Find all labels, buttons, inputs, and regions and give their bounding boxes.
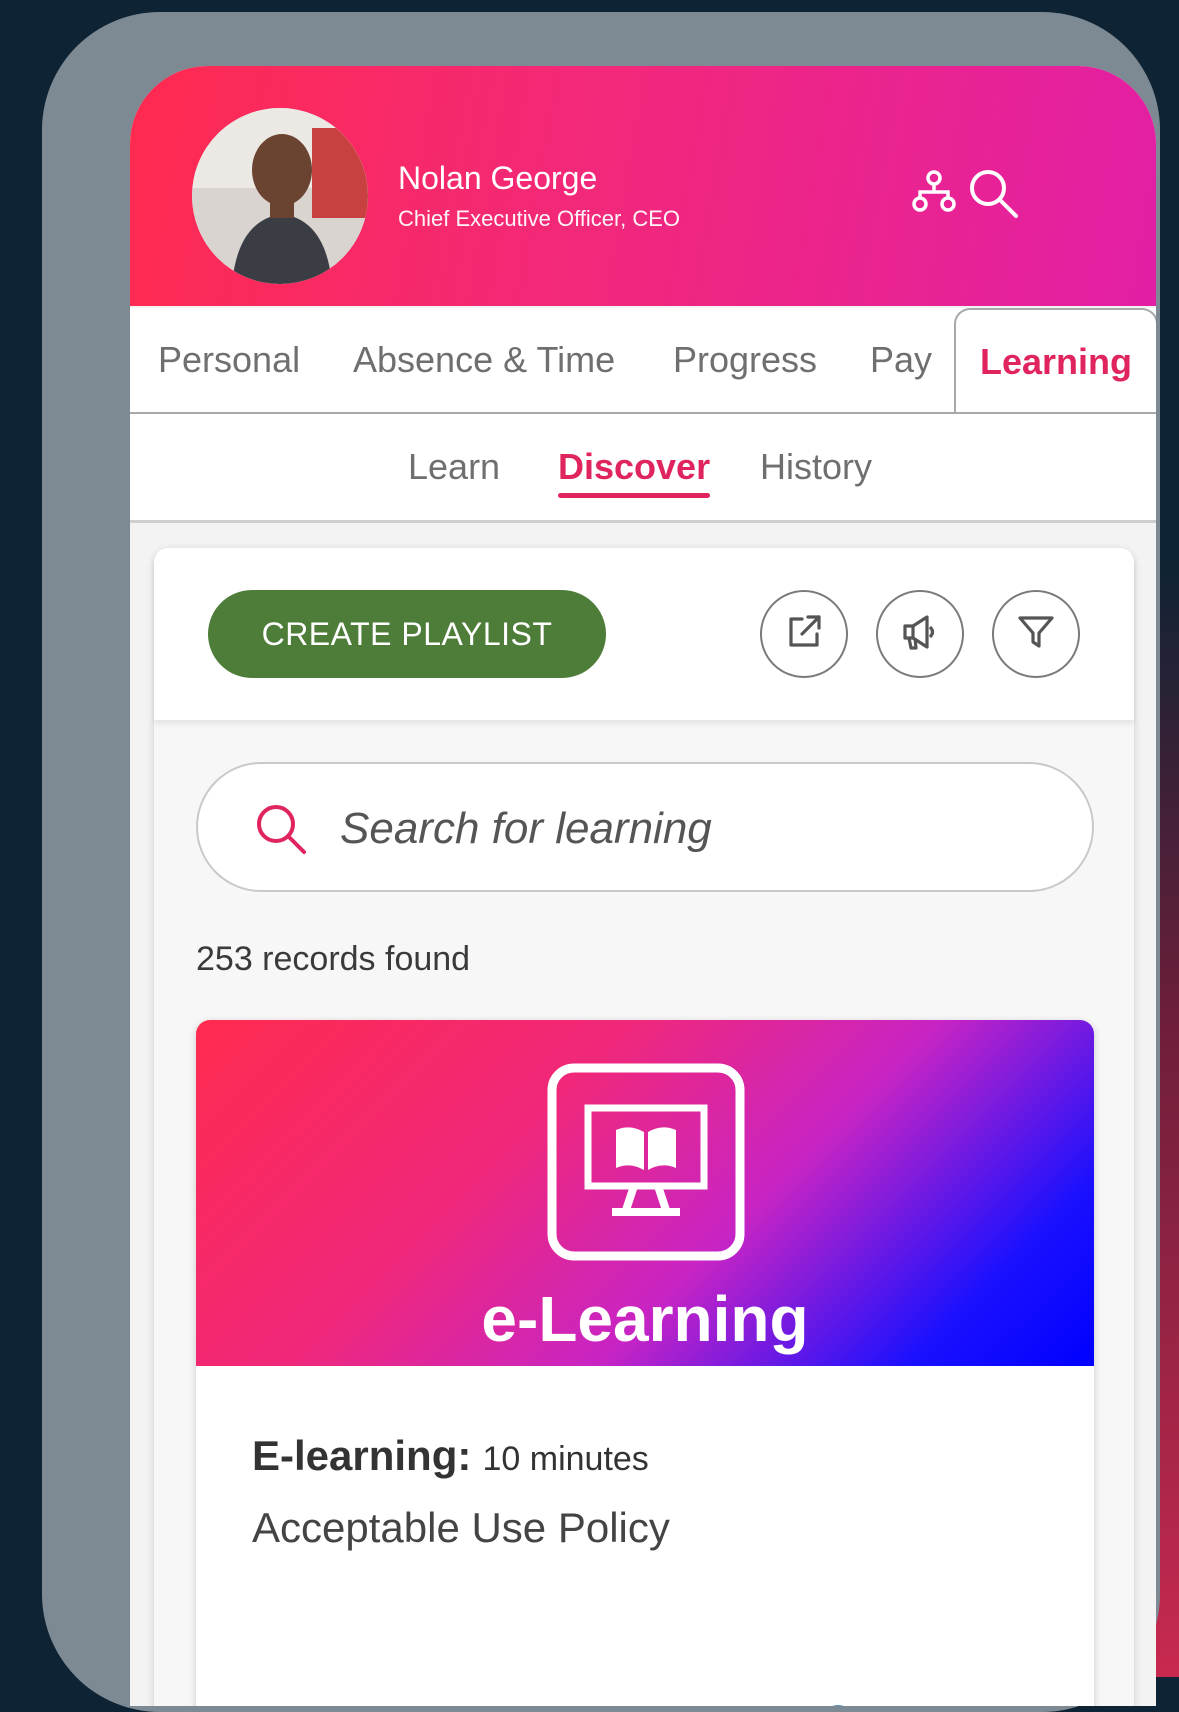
profile-header: Nolan George Chief Executive Officer, CE… [130,66,1156,306]
search-icon [254,802,308,861]
tab-absence-time[interactable]: Absence & Time [353,308,615,412]
course-card[interactable]: e-Learning E-learning: 10 minutes Accept… [196,1020,1094,1706]
search-icon[interactable] [966,166,1018,218]
start-course-link[interactable]: Start course [824,1698,1040,1706]
discover-panel: CREATE PLAYLIST Search for learning 253 … [154,548,1134,1706]
user-role: Chief Executive Officer, CEO [398,206,681,231]
records-count: 253 records found [196,940,471,978]
external-link-button[interactable] [760,590,848,678]
tab-personal[interactable]: Personal [158,308,300,412]
course-title: Acceptable Use Policy [252,1504,670,1551]
subtab-learn[interactable]: Learn [408,414,500,520]
search-input[interactable] [338,784,1042,874]
search-bar[interactable] [196,762,1094,892]
create-playlist-button[interactable]: CREATE PLAYLIST [208,590,606,678]
filter-button[interactable] [992,590,1080,678]
user-name: Nolan George [398,160,598,196]
avatar[interactable] [192,108,368,284]
course-meta: E-learning: 10 minutes [252,1432,649,1480]
course-duration: 10 minutes [482,1440,649,1478]
filter-icon [1014,610,1058,659]
toolbar: CREATE PLAYLIST [154,548,1134,720]
app-screen: Nolan George Chief Executive Officer, CE… [130,66,1156,1706]
avatar-photo [192,108,368,284]
sub-tab-bar: Learn Discover History [130,414,1156,523]
course-banner-title: e-Learning [481,1283,809,1355]
tab-pay[interactable]: Pay [870,308,932,412]
tab-learning[interactable]: Learning [954,308,1156,412]
megaphone-icon [897,609,943,660]
org-chart-icon[interactable] [908,166,960,218]
tab-progress[interactable]: Progress [673,308,817,412]
subtab-discover[interactable]: Discover [558,414,711,520]
subtab-history[interactable]: History [760,414,872,520]
main-tab-bar: Personal Absence & Time Progress Pay Lea… [130,308,1156,414]
announcement-button[interactable] [876,590,964,678]
course-type-label: E-learning: [252,1432,472,1479]
external-link-icon [782,610,826,659]
phone-frame: Nolan George Chief Executive Officer, CE… [42,12,1160,1712]
monitor-book-icon [546,1062,746,1267]
course-banner: e-Learning [196,1020,1094,1366]
